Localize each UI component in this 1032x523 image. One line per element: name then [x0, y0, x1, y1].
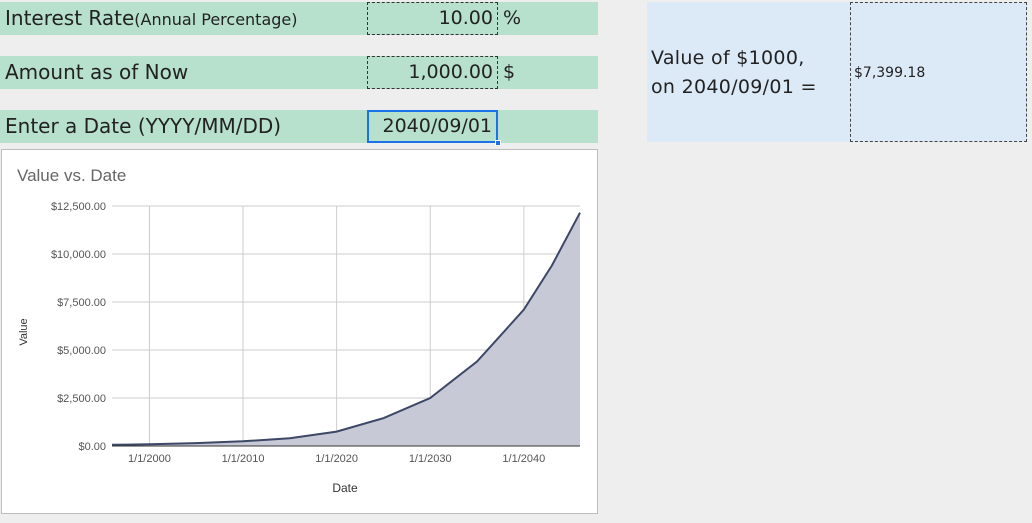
date-input[interactable]: 2040/09/01: [367, 110, 498, 143]
amount-unit: $: [503, 61, 516, 83]
y-tick-label: $12,500.00: [51, 201, 106, 213]
x-tick-label: 1/1/2010: [222, 453, 265, 465]
y-tick-label: $5,000.00: [57, 345, 106, 357]
cell-fill-handle[interactable]: [495, 140, 501, 146]
x-tick-label: 1/1/2020: [315, 453, 358, 465]
interest-rate-unit: %: [503, 7, 522, 29]
y-tick-label: $0.00: [78, 441, 106, 453]
date-label: Enter a Date (YYYY/MM/DD): [5, 114, 282, 138]
result-value-cell[interactable]: $7,399.18: [850, 2, 1027, 142]
series-area: [112, 212, 580, 446]
x-tick-label: 1/1/2040: [502, 453, 545, 465]
chart-svg: $12,500.00 $10,000.00 $7,500.00 $5,000.00 $2…: [18, 201, 581, 495]
y-tick-label: $7,500.00: [57, 297, 106, 309]
interest-rate-label-text: Interest Rate: [5, 6, 135, 30]
result-label-line2: on 2040/09/01 =: [651, 76, 817, 98]
y-tick-label: $10,000.00: [51, 249, 106, 261]
y-tick-label: $2,500.00: [57, 393, 106, 405]
interest-rate-input[interactable]: 10.00: [367, 2, 498, 35]
interest-rate-label-suffix: (Annual Percentage): [134, 10, 298, 29]
x-axis-title: Date: [332, 481, 358, 495]
result-label-line1: Value of $1000,: [651, 47, 805, 69]
y-axis-title: Value: [18, 318, 30, 345]
result-label: Value of $1000, on 2040/09/01 =: [651, 44, 851, 102]
value-vs-date-chart[interactable]: Value vs. Date $12,500.00 $10,000.00 $7,50…: [1, 149, 598, 514]
interest-rate-label: Interest Rate(Annual Percentage): [5, 2, 298, 36]
x-tick-label: 1/1/2000: [128, 453, 171, 465]
x-tick-label: 1/1/2030: [409, 453, 452, 465]
amount-label: Amount as of Now: [5, 60, 189, 84]
amount-input[interactable]: 1,000.00: [367, 56, 498, 89]
